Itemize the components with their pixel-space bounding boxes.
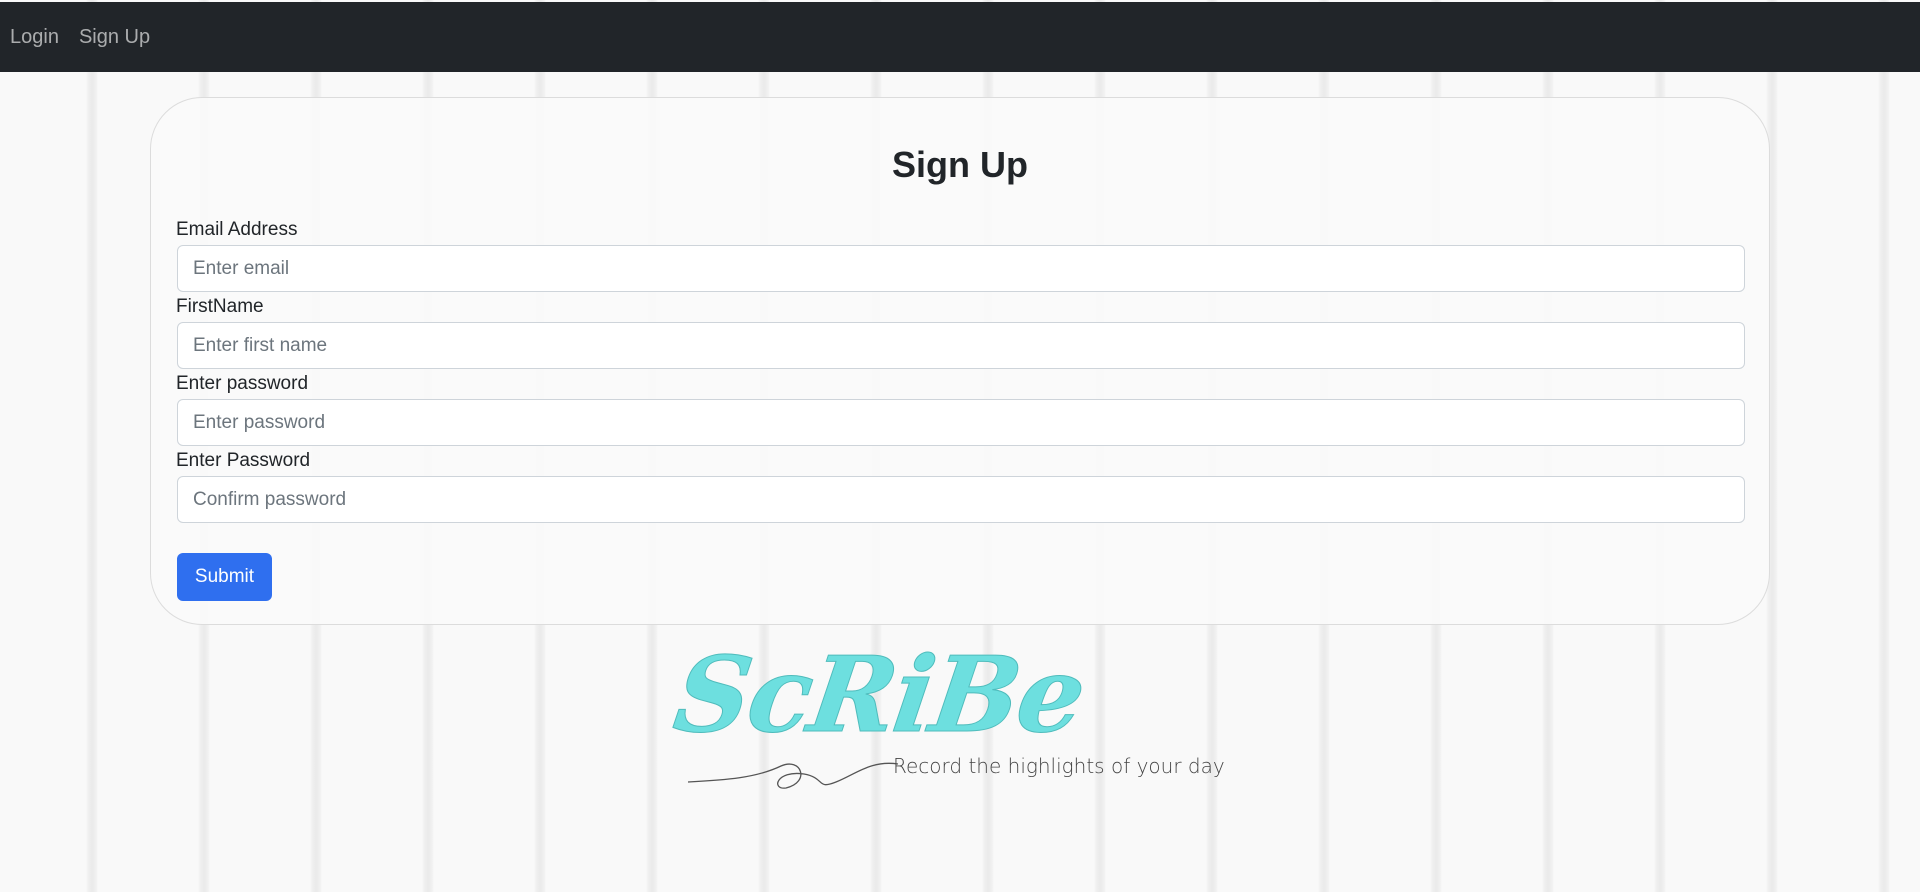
- submit-button[interactable]: Submit: [177, 553, 272, 601]
- confirm-password-field[interactable]: [177, 476, 1745, 523]
- password-label: Enter password: [176, 373, 309, 394]
- signup-card: Sign Up Email Address FirstName Enter pa…: [150, 97, 1770, 625]
- flourish-icon: [687, 762, 899, 789]
- first-name-field[interactable]: [177, 322, 1745, 369]
- nav-login-link[interactable]: Login: [10, 26, 59, 49]
- page-title: Sign Up: [892, 144, 1028, 185]
- nav-signup-link[interactable]: Sign Up: [79, 26, 150, 49]
- logo-tagline: Record the highlights of your day: [893, 754, 1225, 778]
- scribe-logo: ScRiBe Record the highlights of your day: [667, 633, 1226, 797]
- email-label: Email Address: [176, 219, 298, 240]
- email-field[interactable]: [177, 245, 1745, 292]
- logo-wordmark: ScRiBe: [667, 633, 1092, 757]
- top-navbar: Login Sign Up: [0, 2, 1920, 72]
- confirm-password-label: Enter Password: [176, 450, 311, 471]
- password-field[interactable]: [177, 399, 1745, 446]
- first-name-label: FirstName: [176, 296, 264, 317]
